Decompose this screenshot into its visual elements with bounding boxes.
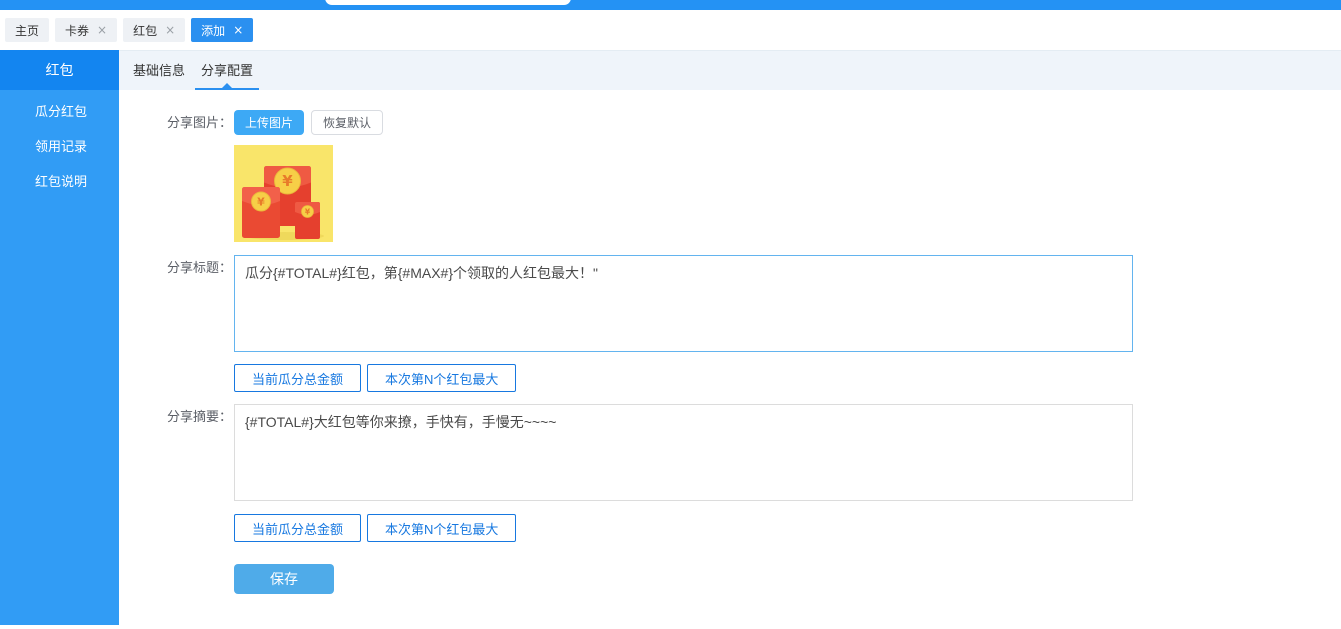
sidebar-item-split-redpacket[interactable]: 瓜分红包 xyxy=(0,94,119,129)
insert-total-amount-button[interactable]: 当前瓜分总金额 xyxy=(234,514,361,542)
share-summary-row: 分享摘要： {#TOTAL#}大红包等你来撩，手快有，手慢无~~~~ xyxy=(119,404,1341,501)
share-summary-label: 分享摘要： xyxy=(167,404,234,427)
save-row: 保存 xyxy=(234,564,1341,594)
title-insert-buttons-row: 当前瓜分总金额 本次第N个红包最大 xyxy=(234,364,1341,392)
insert-total-amount-button[interactable]: 当前瓜分总金额 xyxy=(234,364,361,392)
sidebar-menu: 瓜分红包 领用记录 红包说明 xyxy=(0,90,119,199)
share-image-row: 分享图片： 上传图片 恢复默认 xyxy=(119,110,1341,135)
save-button[interactable]: 保存 xyxy=(234,564,334,594)
share-image-label: 分享图片： xyxy=(167,110,234,135)
tab-coupons-label: 卡券 xyxy=(65,22,89,39)
share-title-textarea[interactable]: 瓜分{#TOTAL#}红包，第{#MAX#}个领取的人红包最大！" xyxy=(234,255,1133,352)
tab-add-label: 添加 xyxy=(201,22,225,39)
share-title-label: 分享标题： xyxy=(167,255,234,278)
window-tabstrip: 主页 卡券 × 红包 × 添加 × xyxy=(0,10,1341,50)
tab-share-config[interactable]: 分享配置 xyxy=(195,51,259,90)
sidebar: 红包 瓜分红包 领用记录 红包说明 xyxy=(0,50,119,625)
insert-nth-biggest-button[interactable]: 本次第N个红包最大 xyxy=(367,514,516,542)
svg-text:¥: ¥ xyxy=(305,208,311,217)
share-config-form: 分享图片： 上传图片 恢复默认 ¥ xyxy=(119,90,1341,594)
tab-home-label: 主页 xyxy=(15,22,39,39)
sidebar-item-redpacket-notes[interactable]: 红包说明 xyxy=(0,164,119,199)
sidebar-title-redpacket[interactable]: 红包 xyxy=(0,50,119,90)
app-window: 主页 卡券 × 红包 × 添加 × 红包 瓜分红包 领用记录 红包说明 xyxy=(0,0,1341,629)
close-icon[interactable]: × xyxy=(97,24,107,36)
tab-redpacket-label: 红包 xyxy=(133,22,157,39)
share-summary-textarea[interactable]: {#TOTAL#}大红包等你来撩，手快有，手慢无~~~~ xyxy=(234,404,1133,501)
tab-redpacket[interactable]: 红包 × xyxy=(123,18,185,42)
summary-insert-buttons-row: 当前瓜分总金额 本次第N个红包最大 xyxy=(234,514,1341,542)
content-tabbar: 基础信息 分享配置 xyxy=(119,50,1341,90)
tab-coupons[interactable]: 卡券 × xyxy=(55,18,117,42)
insert-nth-biggest-button[interactable]: 本次第N个红包最大 xyxy=(367,364,516,392)
share-image-preview: ¥ ¥ ¥ xyxy=(234,145,333,242)
svg-text:¥: ¥ xyxy=(257,196,265,209)
main-area: 红包 瓜分红包 领用记录 红包说明 基础信息 分享配置 分享图片： 上传图片 恢… xyxy=(0,50,1341,629)
restore-default-button[interactable]: 恢复默认 xyxy=(311,110,383,135)
tab-add[interactable]: 添加 × xyxy=(191,18,253,42)
tab-home[interactable]: 主页 xyxy=(5,18,49,42)
svg-text:¥: ¥ xyxy=(282,172,293,190)
topbar-search-remnant xyxy=(325,0,571,5)
close-icon[interactable]: × xyxy=(165,24,175,36)
sidebar-item-claim-records[interactable]: 领用记录 xyxy=(0,129,119,164)
red-envelopes-icon: ¥ ¥ ¥ xyxy=(234,145,333,242)
top-header-strip xyxy=(0,0,1341,10)
content-panel: 基础信息 分享配置 分享图片： 上传图片 恢复默认 xyxy=(119,50,1341,629)
close-icon[interactable]: × xyxy=(233,24,243,36)
share-title-row: 分享标题： 瓜分{#TOTAL#}红包，第{#MAX#}个领取的人红包最大！" xyxy=(119,255,1341,352)
upload-image-button[interactable]: 上传图片 xyxy=(234,110,304,135)
share-image-preview-row: ¥ ¥ ¥ xyxy=(119,145,1341,242)
tab-basic-info[interactable]: 基础信息 xyxy=(127,51,191,90)
